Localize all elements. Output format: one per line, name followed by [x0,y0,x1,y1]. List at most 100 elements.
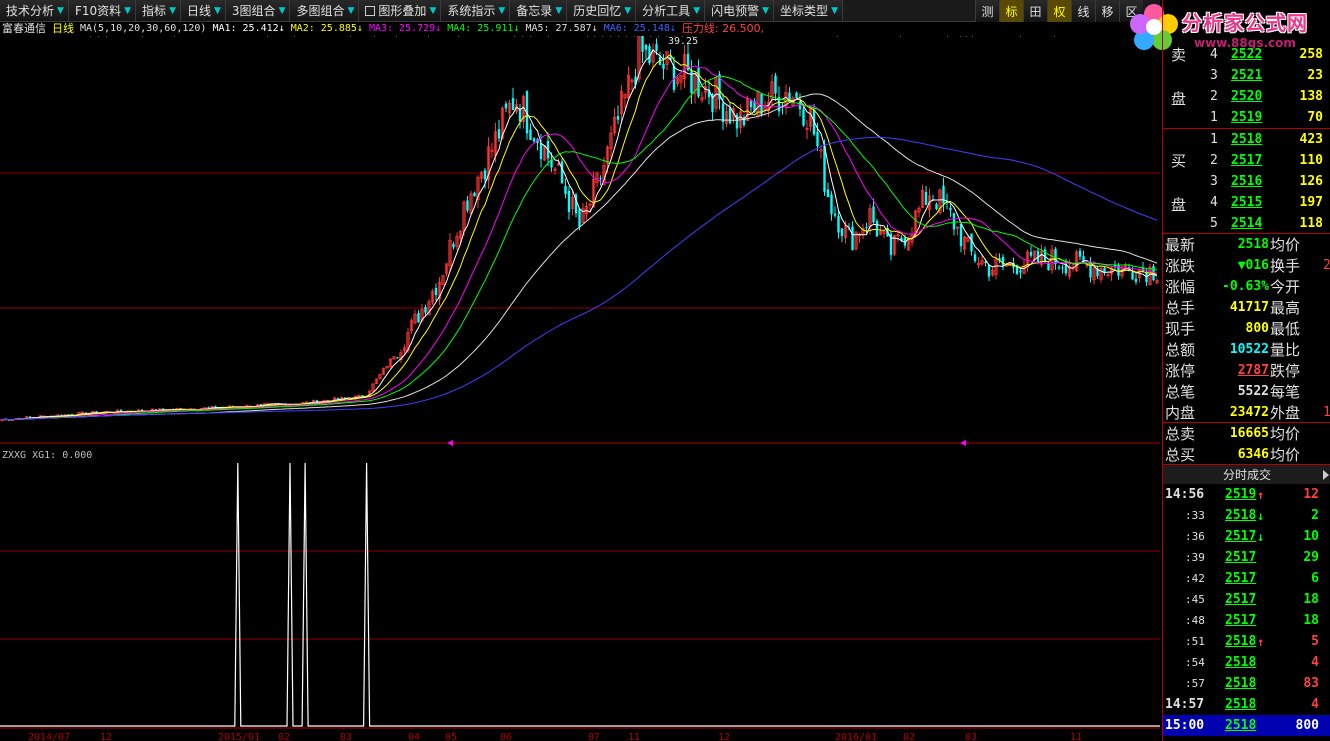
toolbar-toggle-button[interactable]: 标 [999,0,1023,22]
toolbar-item-label: 系统指示 [447,4,496,18]
quote-label: 涨跌 [1165,257,1196,275]
candle-body [749,100,753,108]
toolbar-item[interactable]: 图形叠加 ▼ [359,0,442,21]
candle-body [1134,278,1138,282]
tick-row[interactable]: :33 2518 ↓ 2 [1163,505,1330,526]
tick-row[interactable]: :36 2517 ↓ 10 [1163,526,1330,547]
signal-mark-icon: * [640,36,645,42]
quote-label-secondary: 最高 [1270,299,1301,317]
dropdown-arrow-icon[interactable]: ▼ [169,6,176,16]
candle-body [851,226,854,251]
candle-body [466,200,469,211]
toolbar-item[interactable]: 闪电预警 ▼ [705,0,775,21]
sell-level-row[interactable]: 4 2522 258 [1163,44,1330,65]
expand-arrow-icon[interactable] [1323,469,1329,480]
buy-vol: 118 [1299,216,1323,231]
tick-row[interactable]: :54 2518 4 [1163,652,1330,673]
tick-row[interactable]: :51 2518 ↑ 5 [1163,631,1330,652]
toolbar-item[interactable]: 系统指示 ▼ [441,0,511,21]
dropdown-arrow-icon[interactable]: ▼ [624,6,631,16]
tick-row[interactable]: :39 2517 29 [1163,547,1330,568]
sell-level-row[interactable]: 2 2520 138 [1163,86,1330,107]
signal-mark-icon: * [945,36,950,42]
toolbar-item[interactable]: 技术分析 ▼ [0,0,69,21]
buy-level-row[interactable]: 3 2516 126 [1163,171,1330,192]
candle-body [935,204,938,210]
toolbar-item-label: 闪电预警 [711,4,760,18]
quote-value: 2518 [1237,237,1269,252]
sell-level-row[interactable]: 1 2519 70 [1163,107,1330,128]
toolbar-item[interactable]: 分析工具 ▼ [636,0,706,21]
candle-body [865,227,868,229]
dropdown-arrow-icon[interactable]: ▼ [57,6,64,16]
stock-name[interactable]: 富春通信 [2,22,46,36]
toolbar-item-label: 图形叠加 [378,4,427,18]
dropdown-arrow-icon[interactable]: ▼ [279,6,286,16]
buy-level-row[interactable]: 2 2517 110 [1163,150,1330,171]
quote-label-secondary: 每笔 [1270,383,1301,401]
quote-value: 5522 [1237,384,1269,399]
toolbar-item[interactable]: 多图组合 ▼ [290,0,360,21]
toolbar-item[interactable]: 日线 ▼ [180,0,226,21]
quote-value: -0.63% [1222,279,1269,294]
tick-header[interactable]: 分时成交 [1163,464,1330,484]
toolbar-item[interactable]: 坐标类型 ▼ [774,0,843,21]
toolbar-item[interactable]: 历史回忆 ▼ [567,0,637,21]
dropdown-arrow-icon[interactable]: ▼ [762,6,769,16]
signal-mark-icon: * [1018,36,1023,42]
dropdown-arrow-icon[interactable]: ▼ [498,6,505,16]
toolbar-toggle-button[interactable]: 田 [1023,0,1047,22]
tick-row[interactable]: :57 2518 83 [1163,673,1330,694]
tick-row[interactable]: 14:57 2518 4 [1163,694,1330,715]
ma-info-line: 富春通信 日线 MA(5,10,20,30,60,120) MA1: 25.41… [0,22,1160,36]
signal-mark-icon: * [600,36,605,42]
buy-level-row[interactable]: 4 2515 197 [1163,192,1330,213]
buy-level: 4 [1210,195,1218,210]
toolbar-right-group: 测标田权线移区 [975,0,1143,22]
dropdown-arrow-icon[interactable]: ▼ [429,6,436,16]
ma-line-3 [1,65,1158,421]
tick-row[interactable]: 14:56 2519 ↑ 12 [1163,484,1330,505]
candle-body [830,194,833,215]
toolbar-item[interactable]: F10资料 ▼ [68,0,137,21]
toolbar-toggle-button[interactable]: 线 [1071,0,1095,22]
quote-row: 总买 6346 均价 [1163,444,1330,465]
tick-volume: 83 [1303,676,1319,691]
buy-level-row[interactable]: 1 2518 423 [1163,129,1330,150]
buy-level-row[interactable]: 5 2514 118 [1163,213,1330,234]
toolbar-toggle-button[interactable]: 权 [1047,0,1071,22]
signal-mark-icon: * [835,36,840,42]
signal-mark-icon: * [585,36,590,42]
tick-row[interactable]: :42 2517 6 [1163,568,1330,589]
toolbar-item[interactable]: 3图组合 ▼ [225,0,291,21]
toolbar-item[interactable]: 备忘录 ▼ [510,0,568,21]
signal-mark-icon: * [348,36,353,42]
signal-mark-icon: * [616,36,621,42]
dropdown-arrow-icon[interactable]: ▼ [124,6,131,16]
tick-row[interactable]: :45 2517 18 [1163,589,1330,610]
tick-row[interactable]: 15:00 2518 800 [1163,715,1330,736]
toolbar-item-label: 多图组合 [296,4,345,18]
toolbar-item-label: 历史回忆 [573,4,622,18]
dropdown-arrow-icon[interactable]: ▼ [831,6,838,16]
quote-value-secondary: 1 [1323,405,1330,420]
quote-value: ▼016 [1237,258,1269,273]
dropdown-arrow-icon[interactable]: ▼ [214,6,221,16]
dropdown-arrow-icon[interactable]: ▼ [348,6,355,16]
tick-volume: 5 [1311,634,1319,649]
dropdown-arrow-icon[interactable]: ▼ [693,6,700,16]
x-axis-label: 2015/01 [218,732,260,741]
toolbar-toggle-button[interactable]: 测 [975,0,999,22]
ma-params: MA(5,10,20,30,60,120) [80,23,207,34]
candle-body [984,261,987,264]
candle-body [655,44,658,51]
sell-level-row[interactable]: 3 2521 23 [1163,65,1330,86]
tick-header-label: 分时成交 [1222,468,1271,482]
candle-body [504,103,508,109]
x-axis: 2014/07 12 2015/01 02 03 04 05 06 07 11 12 2016/01 0… [28,732,1082,741]
tick-row[interactable]: :48 2517 18 [1163,610,1330,631]
toolbar-toggle-button[interactable]: 移 [1095,0,1119,22]
dropdown-arrow-icon[interactable]: ▼ [555,6,562,16]
kline-chart[interactable]: * * * * * * * * * * * * * * * * * * * * * * * * * * * * * * * * * * * * * * 3… [0,36,1160,741]
toolbar-item[interactable]: 指标 ▼ [136,0,181,21]
